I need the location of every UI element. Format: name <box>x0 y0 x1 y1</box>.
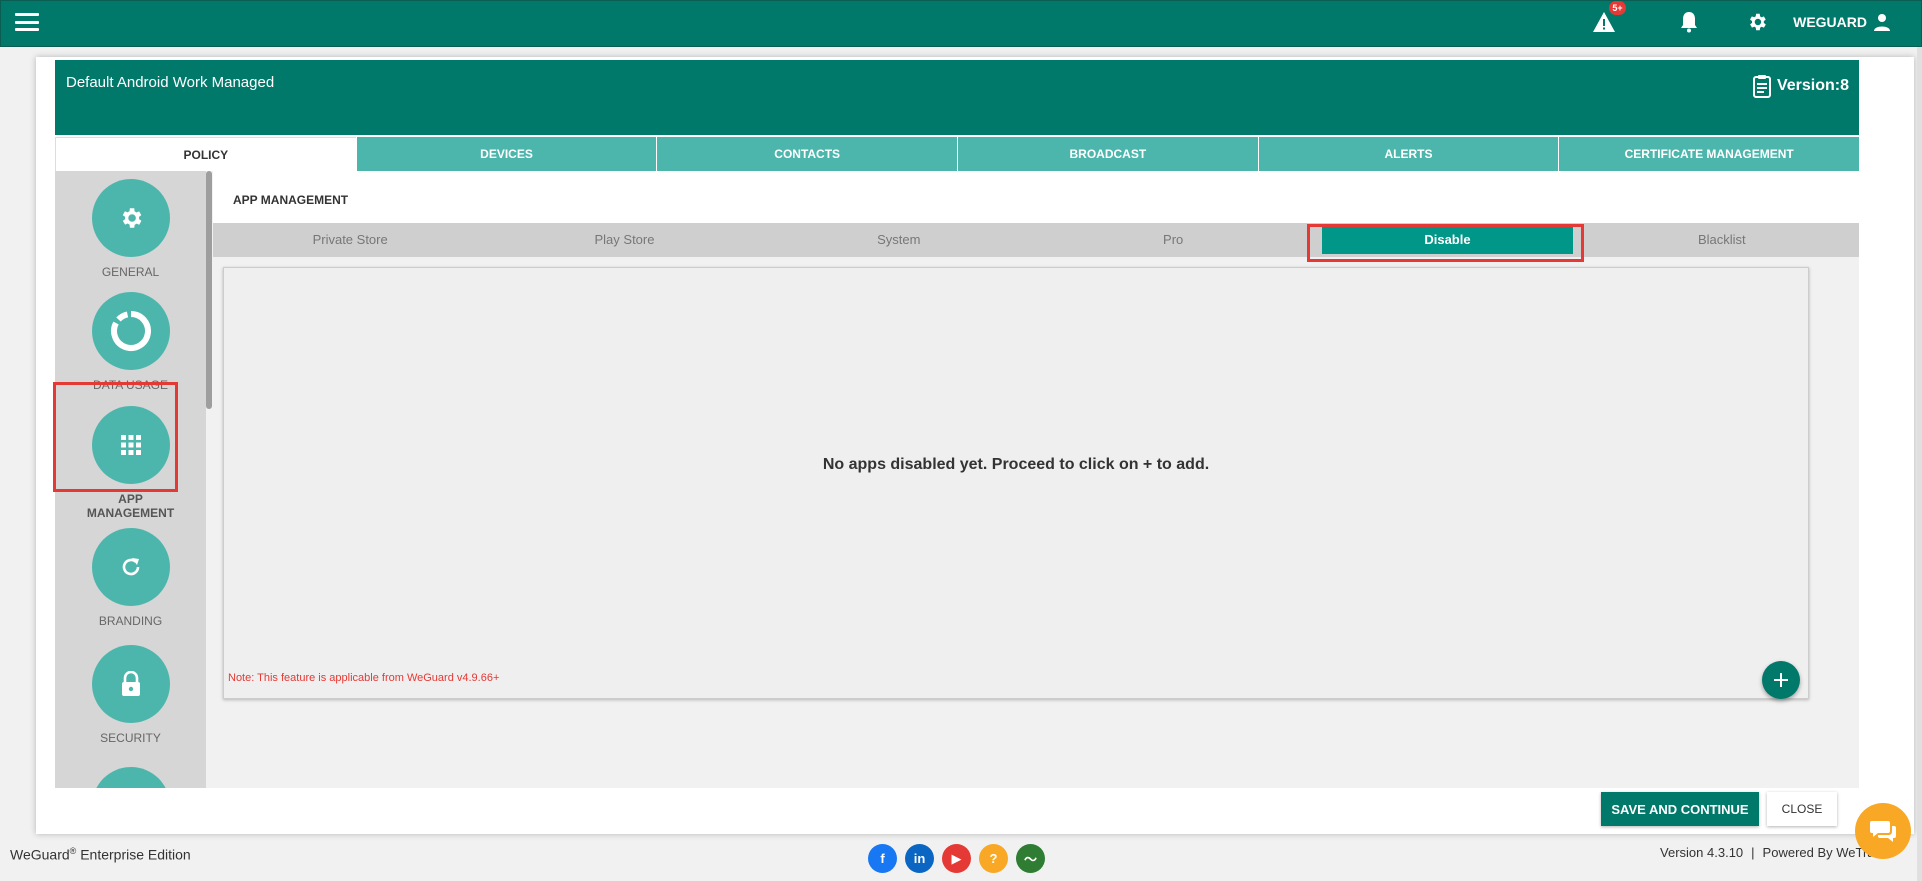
policy-header: Default Android Work Managed Version:8 <box>55 60 1859 135</box>
help-icon[interactable]: ? <box>979 844 1008 873</box>
subtab-pro[interactable]: Pro <box>1036 223 1310 257</box>
version-label: Version:8 <box>1776 77 1849 94</box>
policy-panel: GENERAL DATA USAGE APP MANAGEMENT BRANDI… <box>53 171 1859 788</box>
linkedin-icon[interactable]: in <box>905 844 934 873</box>
tab-devices[interactable]: DEVICES <box>355 137 657 171</box>
lock-icon <box>91 645 170 723</box>
main-tab-bar: POLICY DEVICES CONTACTS BROADCAST ALERTS… <box>55 137 1860 171</box>
chat-bubble-icon <box>1870 821 1896 842</box>
sidebar-item-branding[interactable]: BRANDING <box>55 528 206 628</box>
facebook-icon[interactable]: f <box>868 844 897 873</box>
sidebar-item-security[interactable]: SECURITY <box>55 645 206 745</box>
footer-brand: WeGuard® Enterprise Edition <box>10 846 191 863</box>
sidebar-item-general[interactable]: GENERAL <box>55 179 206 279</box>
edition-label: Enterprise Edition <box>76 846 191 863</box>
close-button[interactable]: CLOSE <box>1767 792 1837 826</box>
app-sub-tab-bar: Private Store Play Store System Pro Disa… <box>213 223 1859 257</box>
sidebar-item-label: APP MANAGEMENT <box>86 492 175 520</box>
donut-chart-icon <box>91 292 170 370</box>
user-name: WEGUARD <box>1793 14 1867 30</box>
separator: | <box>1751 845 1755 860</box>
subtab-system[interactable]: System <box>762 223 1036 257</box>
user-avatar-icon <box>1874 14 1890 31</box>
refresh-icon <box>91 528 170 606</box>
version-note: Note: This feature is applicable from We… <box>228 672 500 684</box>
add-app-button[interactable] <box>1762 661 1800 699</box>
plus-icon <box>1774 673 1788 687</box>
tab-policy[interactable]: POLICY <box>55 137 356 171</box>
menu-icon[interactable] <box>15 13 39 31</box>
status-pulse-icon[interactable]: 〜 <box>1016 844 1045 873</box>
brand-name: WeGuard <box>10 846 70 863</box>
highlight-app-management <box>53 382 178 492</box>
social-links: f in ▶ ? 〜 <box>868 844 1045 873</box>
bell-icon[interactable] <box>1675 8 1703 36</box>
gear-icon <box>91 179 170 257</box>
user-menu[interactable]: WEGUARD <box>1793 8 1891 36</box>
clipboard-icon <box>1752 75 1771 98</box>
subtab-label: System <box>877 232 921 247</box>
alert-count-badge: 5+ <box>1609 1 1626 15</box>
app-version: Version 4.3.10 <box>1660 845 1744 860</box>
tab-broadcast[interactable]: BROADCAST <box>957 137 1258 171</box>
empty-state-message: No apps disabled yet. Proceed to click o… <box>822 456 1210 473</box>
subtab-label: Private Store <box>312 232 388 247</box>
section-title: APP MANAGEMENT <box>213 171 1859 223</box>
partial-item-icon <box>91 767 170 788</box>
app-management-content: APP MANAGEMENT Private Store Play Store … <box>213 171 1859 788</box>
save-and-continue-button[interactable]: SAVE AND CONTINUE <box>1601 792 1759 826</box>
tab-contacts[interactable]: CONTACTS <box>656 137 958 171</box>
policy-version: Version:8 <box>1752 74 1849 98</box>
policy-title: Default Android Work Managed <box>66 74 275 91</box>
subtab-blacklist[interactable]: Blacklist <box>1585 223 1859 257</box>
tab-alerts[interactable]: ALERTS <box>1257 137 1559 171</box>
subtab-label: Blacklist <box>1697 232 1746 247</box>
subtab-label: Pro <box>1163 232 1184 247</box>
sidebar-item-label: BRANDING <box>98 614 163 628</box>
subtab-private-store[interactable]: Private Store <box>213 223 487 257</box>
sidebar-item-data-usage[interactable]: DATA USAGE <box>55 292 206 392</box>
policy-card: Default Android Work Managed Version:8 P… <box>36 57 1914 834</box>
subtab-play-store[interactable]: Play Store <box>487 223 761 257</box>
page-scrollbar[interactable] <box>1917 47 1922 881</box>
sidebar-item-label: GENERAL <box>101 265 160 279</box>
top-app-bar: 5+ WEGUARD <box>0 0 1922 47</box>
youtube-icon[interactable]: ▶ <box>942 844 971 873</box>
alert-warning-icon[interactable]: 5+ <box>1590 1 1626 36</box>
sidebar-item-label: SECURITY <box>100 731 161 745</box>
highlight-disable-tab <box>1307 224 1584 262</box>
tab-certificate-management[interactable]: CERTIFICATE MANAGEMENT <box>1558 137 1860 171</box>
sidebar-scrollbar[interactable] <box>206 171 212 409</box>
footer-version: Version 4.3.10 | Powered By WeTrade <box>1660 845 1889 860</box>
chat-button[interactable] <box>1855 803 1911 859</box>
sidebar-item-next[interactable] <box>55 767 206 788</box>
disabled-apps-list: No apps disabled yet. Proceed to click o… <box>223 267 1809 699</box>
subtab-label: Play Store <box>594 232 655 247</box>
settings-gear-icon[interactable] <box>1743 8 1771 36</box>
